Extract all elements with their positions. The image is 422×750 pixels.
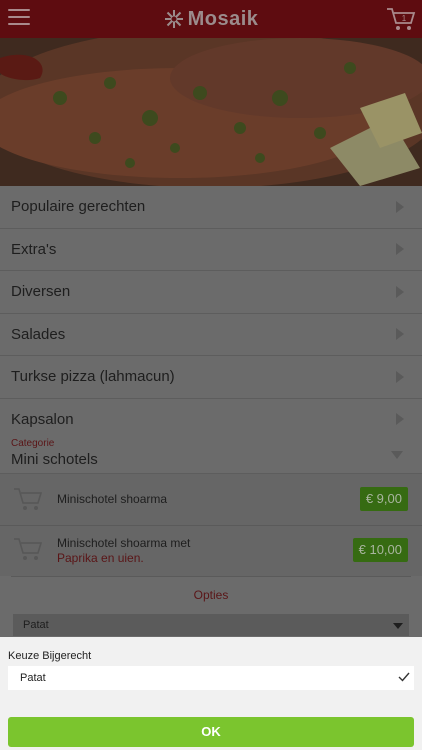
category-label: Turkse pizza (lahmacun) xyxy=(11,368,175,386)
category-label: Kapsalon xyxy=(11,410,74,428)
app-header: Mosaik 1 xyxy=(0,0,422,38)
menu-item[interactable]: Minischotel shoarma € 9,00 xyxy=(0,474,422,526)
category-salades[interactable]: Salades xyxy=(0,313,422,356)
cart-icon[interactable] xyxy=(13,486,43,512)
cart-icon[interactable] xyxy=(13,536,43,562)
options-heading: Opties xyxy=(193,588,229,602)
item-name: Minischotel shoarma xyxy=(57,492,168,506)
category-label: Diversen xyxy=(11,283,71,301)
checkmark-icon xyxy=(398,672,410,682)
price-badge[interactable]: € 9,00 xyxy=(359,487,408,511)
chevron-right-icon xyxy=(396,243,404,256)
category-label: Populaire gerechten xyxy=(11,198,146,216)
side-dish-select[interactable]: Patat xyxy=(13,614,409,636)
select-value: Patat xyxy=(23,619,49,631)
category-turkse-pizza[interactable]: Turkse pizza (lahmacun) xyxy=(0,356,422,399)
logo-star-icon xyxy=(164,10,183,28)
menu-item[interactable]: Minischotel shoarma met Paprika en uien.… xyxy=(0,526,422,577)
cart-icon[interactable]: 1 xyxy=(386,6,416,32)
category-extras[interactable]: Extra's xyxy=(0,228,422,271)
logo-text: Mosaik xyxy=(187,7,259,30)
category-caption: Categorie xyxy=(11,438,55,449)
chevron-right-icon xyxy=(396,285,404,298)
picker-option-label: Patat xyxy=(20,672,46,684)
chevron-right-icon xyxy=(396,370,404,383)
category-label: Extra's xyxy=(11,240,57,258)
app-logo: Mosaik xyxy=(164,8,259,31)
item-name: Minischotel shoarma met xyxy=(57,536,191,550)
ok-button[interactable]: OK xyxy=(8,717,414,747)
price-badge[interactable]: € 10,00 xyxy=(352,538,408,562)
picker-option[interactable]: Patat xyxy=(8,666,414,690)
svg-text:1: 1 xyxy=(402,14,407,23)
chevron-down-icon xyxy=(393,623,403,629)
picker-label: Keuze Bijgerecht xyxy=(8,650,92,662)
category-title: Mini schotels xyxy=(11,451,98,468)
chevron-right-icon xyxy=(396,328,404,341)
category-list: Populaire gerechten Extra's Diversen Sal… xyxy=(0,186,422,441)
hamburger-icon[interactable] xyxy=(8,9,30,27)
hero-image xyxy=(0,38,422,186)
category-mini-schotels[interactable]: Categorie Mini schotels xyxy=(0,435,422,474)
chevron-right-icon xyxy=(396,200,404,213)
item-description: Paprika en uien. xyxy=(57,551,144,565)
chevron-down-icon xyxy=(391,451,403,459)
chevron-right-icon xyxy=(396,413,404,426)
category-label: Salades xyxy=(11,325,66,343)
options-section: Opties Patat xyxy=(0,576,422,640)
picker-sheet: Keuze Bijgerecht Patat OK xyxy=(0,637,422,750)
divider xyxy=(11,576,411,577)
category-diversen[interactable]: Diversen xyxy=(0,271,422,314)
category-populaire-gerechten[interactable]: Populaire gerechten xyxy=(0,186,422,229)
